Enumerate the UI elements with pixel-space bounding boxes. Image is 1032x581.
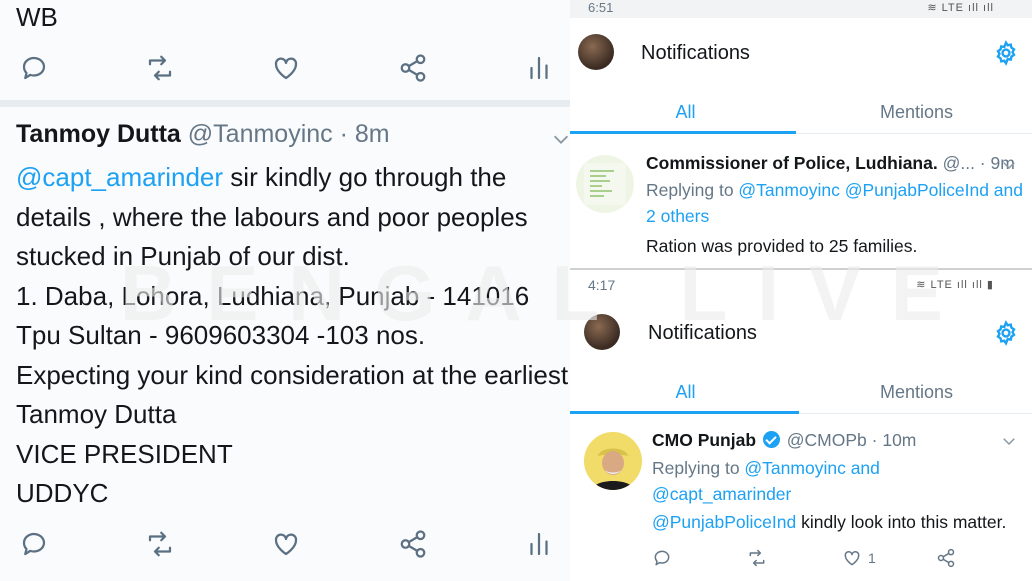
avatar[interactable] — [584, 314, 620, 350]
tweet-line: details , where the labours and poor peo… — [16, 201, 528, 232]
analytics-icon[interactable] — [521, 50, 557, 86]
avatar[interactable] — [578, 34, 614, 70]
retweet-icon[interactable] — [142, 50, 178, 86]
notification-item[interactable]: CMO Punjab @CMOPb · 10m Replying to @Tan… — [570, 418, 1032, 581]
tab-all[interactable]: All — [570, 370, 801, 414]
notification-tabs: All Mentions — [570, 370, 1032, 414]
tab-all[interactable]: All — [570, 90, 801, 134]
tweet-author-meta: @Tanmoyinc · 8m — [187, 120, 390, 148]
previous-tweet-text: WB — [16, 2, 58, 32]
notification-header-line: Commissioner of Police, Ludhiana. @... ·… — [646, 153, 1015, 174]
avatar[interactable] — [584, 432, 642, 490]
notifications-screen-2: 4:17 ≋ LTE ıll ıll ▮ Notifications All M… — [570, 268, 1032, 581]
gear-icon[interactable] — [993, 320, 1019, 346]
signal-icon: ≋ LTE ıll ıll ▮ — [916, 279, 994, 291]
notification-text: Ration was provided to 25 families. — [646, 236, 918, 256]
notification-header-line: CMO Punjab @CMOPb · 10m — [652, 430, 916, 451]
chevron-down-icon[interactable] — [550, 128, 572, 150]
replying-to-label: Replying to — [652, 458, 745, 478]
notification-tabs: All Mentions — [570, 90, 1032, 134]
tab-mentions[interactable]: Mentions — [801, 370, 1032, 414]
reply-icon[interactable] — [16, 526, 52, 562]
reply-icon[interactable] — [652, 546, 672, 570]
tweet-line: Tpu Sultan - 9609603304 -103 nos. — [16, 320, 426, 350]
share-icon[interactable] — [395, 50, 431, 86]
tweet-header: Tanmoy Dutta @Tanmoyinc · 8m — [16, 120, 390, 149]
notifications-screen-1: 6:51 ≋ LTE ıll ıll Notifications All Men… — [570, 0, 1032, 268]
chevron-down-icon[interactable] — [1000, 432, 1018, 450]
retweet-icon[interactable] — [142, 526, 178, 562]
replying-to-mentions[interactable]: @Tanmoyinc and — [744, 458, 879, 478]
tab-mentions[interactable]: Mentions — [801, 90, 1032, 134]
analytics-icon[interactable] — [521, 526, 557, 562]
replying-to-others-link[interactable]: 2 others — [646, 206, 709, 226]
share-icon[interactable] — [936, 546, 956, 570]
replying-to-mention[interactable]: @capt_amarinder — [652, 484, 791, 504]
tweet-line: stucked in Punjab of our dist. — [16, 241, 350, 271]
tweet-action-bar-top — [0, 50, 582, 90]
reply-icon[interactable] — [16, 50, 52, 86]
notification-item[interactable]: Commissioner of Police, Ludhiana. @... ·… — [570, 140, 1032, 268]
notification-author-name[interactable]: CMO Punjab — [652, 430, 756, 450]
replying-to-more: 2 others — [646, 206, 709, 227]
tweet-action-bar-bottom — [0, 526, 582, 566]
tweet-line-text: sir kindly go through the — [223, 162, 507, 192]
status-time: 6:51 — [588, 0, 614, 15]
status-bar: 6:51 ≋ LTE ıll ıll — [570, 0, 1032, 18]
notification-action-bar: 1 — [570, 546, 1032, 576]
profile-photo-icon — [584, 432, 642, 490]
like-icon[interactable] — [268, 50, 304, 86]
tweet-detail-panel: WB Tanmoy Dutta @Tanmoyinc · 8m @capt_am… — [0, 0, 582, 581]
tweet-body: @capt_amarinder sir kindly go through th… — [16, 158, 575, 514]
tweet-line: VICE PRESIDENT — [16, 438, 233, 469]
notifications-header: Notifications — [570, 22, 1032, 82]
notification-text-rest: kindly look into this matter. — [796, 512, 1007, 532]
notification-author-name[interactable]: Commissioner of Police, Ludhiana. — [646, 153, 938, 173]
active-tab-indicator — [570, 131, 796, 134]
notification-author-meta: @CMOPb · 10m — [786, 430, 917, 450]
page-title: Notifications — [641, 42, 750, 64]
active-tab-indicator — [570, 411, 799, 414]
replying-to-line: Replying to @Tanmoyinc @PunjabPoliceInd … — [646, 180, 1023, 201]
page-title: Notifications — [648, 322, 757, 344]
notification-text: @PunjabPoliceInd kindly look into this m… — [652, 512, 1006, 533]
verified-badge-icon — [762, 431, 780, 448]
like-button[interactable]: 1 — [842, 546, 876, 570]
tweet-line: Tanmoy Dutta — [16, 399, 177, 429]
chevron-down-icon[interactable] — [1000, 156, 1018, 174]
status-bar: 4:17 ≋ LTE ıll ıll ▮ — [570, 270, 1032, 300]
like-icon — [844, 550, 860, 566]
tweet-author-name[interactable]: Tanmoy Dutta — [16, 120, 181, 148]
like-count: 1 — [868, 550, 876, 566]
tweet-divider — [0, 100, 582, 107]
share-icon[interactable] — [395, 526, 431, 562]
replying-to-label: Replying to — [646, 180, 739, 200]
tweet-line: UDDYC — [16, 478, 109, 508]
avatar[interactable] — [576, 155, 634, 213]
retweet-icon[interactable] — [747, 546, 767, 570]
like-icon[interactable] — [268, 526, 304, 562]
gear-icon[interactable] — [993, 40, 1019, 66]
tweet-line: 1. Daba, Lohora, Ludhiana, Punjab - 1410… — [16, 280, 530, 311]
mention-link[interactable]: @PunjabPoliceInd — [652, 512, 796, 532]
mention-link[interactable]: @capt_amarinder — [16, 162, 223, 192]
replying-to-line: Replying to @Tanmoyinc and — [652, 458, 880, 479]
notifications-header: Notifications — [570, 302, 1032, 362]
status-time: 4:17 — [588, 277, 616, 293]
tweet-line: @capt_amarinder sir kindly go through th… — [16, 158, 575, 198]
replying-to-mentions[interactable]: @Tanmoyinc @PunjabPoliceInd and — [738, 180, 1023, 200]
replying-to-line-2: @capt_amarinder — [652, 484, 791, 505]
tweet-line: Expecting your kind consideration at the… — [16, 359, 576, 390]
signal-icon: ≋ LTE ıll ıll — [927, 2, 994, 14]
document-thumbnail-icon — [584, 163, 626, 205]
